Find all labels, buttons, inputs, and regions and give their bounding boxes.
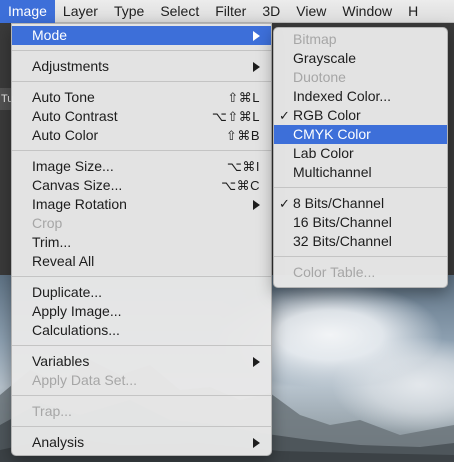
menubar-select[interactable]: Select bbox=[152, 0, 207, 23]
menu-item-label: Multichannel bbox=[293, 164, 372, 180]
submenu-item-rgb-color[interactable]: ✓ RGB Color bbox=[274, 106, 447, 125]
menu-item-adjustments[interactable]: Adjustments bbox=[12, 57, 271, 76]
menu-separator bbox=[12, 150, 271, 151]
menu-item-label: Auto Tone bbox=[32, 89, 95, 105]
menu-item-label: Duplicate... bbox=[32, 284, 103, 300]
menu-separator bbox=[12, 276, 271, 277]
menu-separator bbox=[12, 426, 271, 427]
menu-item-image-rotation[interactable]: Image Rotation bbox=[12, 195, 271, 214]
menu-item-label: Trap... bbox=[32, 403, 72, 419]
menu-item-label: Reveal All bbox=[32, 253, 95, 269]
menu-item-label: Color Table... bbox=[293, 264, 376, 280]
menu-item-label: Duotone bbox=[293, 69, 346, 85]
shortcut-label: ⌥⌘C bbox=[221, 178, 260, 193]
menu-item-label: Bitmap bbox=[293, 31, 337, 47]
menu-item-label: Grayscale bbox=[293, 50, 357, 66]
menu-item-crop: Crop bbox=[12, 214, 271, 233]
menu-item-label: 8 Bits/Channel bbox=[293, 195, 385, 211]
menu-item-label: Auto Contrast bbox=[32, 108, 118, 124]
menubar-layer[interactable]: Layer bbox=[55, 0, 106, 23]
menu-item-duplicate[interactable]: Duplicate... bbox=[12, 283, 271, 302]
menu-item-label: Lab Color bbox=[293, 145, 354, 161]
menu-item-label: Variables bbox=[32, 353, 90, 369]
menu-item-label: Image Size... bbox=[32, 158, 114, 174]
menu-separator bbox=[12, 395, 271, 396]
menubar-image[interactable]: Image bbox=[0, 0, 55, 23]
menu-item-image-size[interactable]: Image Size... ⌥⌘I bbox=[12, 157, 271, 176]
menu-item-label: Calculations... bbox=[32, 322, 120, 338]
menu-separator bbox=[12, 50, 271, 51]
menu-item-label: Image Rotation bbox=[32, 196, 127, 212]
checkmark-icon: ✓ bbox=[279, 196, 290, 211]
shortcut-label: ⇧⌘L bbox=[227, 90, 260, 105]
menu-item-label: Apply Data Set... bbox=[32, 372, 138, 388]
menu-item-auto-tone[interactable]: Auto Tone ⇧⌘L bbox=[12, 88, 271, 107]
submenu-arrow-icon bbox=[253, 62, 260, 72]
menu-item-auto-contrast[interactable]: Auto Contrast ⌥⇧⌘L bbox=[12, 107, 271, 126]
submenu-arrow-icon bbox=[253, 200, 260, 210]
menu-item-trap: Trap... bbox=[12, 402, 271, 421]
menubar-type[interactable]: Type bbox=[106, 0, 152, 23]
menu-item-canvas-size[interactable]: Canvas Size... ⌥⌘C bbox=[12, 176, 271, 195]
menu-item-apply-image[interactable]: Apply Image... bbox=[12, 302, 271, 321]
menu-item-label: Analysis bbox=[32, 434, 85, 450]
submenu-item-color-table: Color Table... bbox=[274, 263, 447, 282]
menubar-filter[interactable]: Filter bbox=[207, 0, 254, 23]
shortcut-label: ⌥⌘I bbox=[226, 159, 260, 174]
menubar-help[interactable]: H bbox=[400, 0, 426, 23]
menubar-view[interactable]: View bbox=[288, 0, 334, 23]
menu-separator bbox=[12, 345, 271, 346]
menu-item-variables[interactable]: Variables bbox=[12, 352, 271, 371]
menu-item-reveal-all[interactable]: Reveal All bbox=[12, 252, 271, 271]
menu-separator bbox=[274, 256, 447, 257]
mode-submenu: Bitmap Grayscale Duotone Indexed Color..… bbox=[273, 27, 448, 288]
menu-item-label: Crop bbox=[32, 215, 63, 231]
submenu-item-8-bits[interactable]: ✓ 8 Bits/Channel bbox=[274, 194, 447, 213]
menu-item-label: 16 Bits/Channel bbox=[293, 214, 392, 230]
submenu-arrow-icon bbox=[253, 31, 260, 41]
menu-item-label: CMYK Color bbox=[293, 126, 371, 142]
submenu-item-cmyk-color[interactable]: CMYK Color bbox=[274, 125, 447, 144]
menu-item-label: Mode bbox=[32, 27, 68, 43]
submenu-item-grayscale[interactable]: Grayscale bbox=[274, 49, 447, 68]
submenu-item-16-bits[interactable]: 16 Bits/Channel bbox=[274, 213, 447, 232]
submenu-item-bitmap: Bitmap bbox=[274, 30, 447, 49]
menu-item-mode[interactable]: Mode bbox=[12, 26, 271, 45]
menu-separator bbox=[12, 81, 271, 82]
menu-item-label: Adjustments bbox=[32, 58, 110, 74]
submenu-arrow-icon bbox=[253, 438, 260, 448]
menu-item-label: Auto Color bbox=[32, 127, 99, 143]
menu-item-label: Apply Image... bbox=[32, 303, 122, 319]
menu-separator bbox=[274, 187, 447, 188]
menu-item-label: RGB Color bbox=[293, 107, 361, 123]
menu-item-analysis[interactable]: Analysis bbox=[12, 433, 271, 452]
menu-item-trim[interactable]: Trim... bbox=[12, 233, 271, 252]
menu-item-calculations[interactable]: Calculations... bbox=[12, 321, 271, 340]
menu-bar: Image Layer Type Select Filter 3D View W… bbox=[0, 0, 454, 23]
submenu-arrow-icon bbox=[253, 357, 260, 367]
submenu-item-indexed-color[interactable]: Indexed Color... bbox=[274, 87, 447, 106]
submenu-item-duotone: Duotone bbox=[274, 68, 447, 87]
checkmark-icon: ✓ bbox=[279, 108, 290, 123]
shortcut-label: ⌥⇧⌘L bbox=[211, 109, 260, 124]
menubar-window[interactable]: Window bbox=[334, 0, 400, 23]
submenu-item-multichannel[interactable]: Multichannel bbox=[274, 163, 447, 182]
menu-item-label: Trim... bbox=[32, 234, 72, 250]
menu-item-apply-data-set: Apply Data Set... bbox=[12, 371, 271, 390]
submenu-item-32-bits[interactable]: 32 Bits/Channel bbox=[274, 232, 447, 251]
image-menu: Mode Adjustments Auto Tone ⇧⌘L Auto Cont… bbox=[11, 23, 272, 456]
submenu-item-lab-color[interactable]: Lab Color bbox=[274, 144, 447, 163]
menu-item-label: Canvas Size... bbox=[32, 177, 123, 193]
menu-item-label: Indexed Color... bbox=[293, 88, 392, 104]
menu-item-label: 32 Bits/Channel bbox=[293, 233, 392, 249]
shortcut-label: ⇧⌘B bbox=[225, 128, 260, 143]
menubar-3d[interactable]: 3D bbox=[254, 0, 288, 23]
menu-item-auto-color[interactable]: Auto Color ⇧⌘B bbox=[12, 126, 271, 145]
